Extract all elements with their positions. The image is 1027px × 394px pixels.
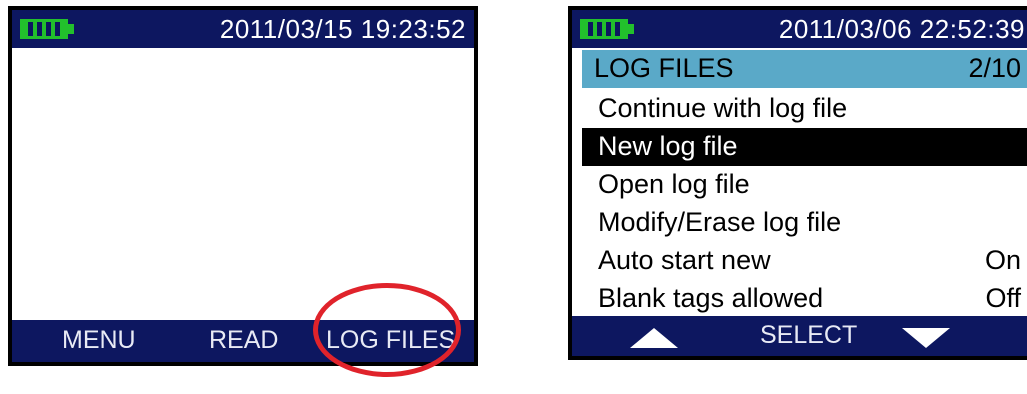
status-bar: 2011/03/06 22:52:39 <box>572 10 1027 48</box>
softkey-bar: SELECT <box>572 316 1027 356</box>
datetime-display: 2011/03/06 22:52:39 <box>778 14 1025 44</box>
menu-title: LOG FILES <box>594 53 734 83</box>
setting-value: Off <box>985 283 1021 313</box>
highlight-circle <box>313 283 461 377</box>
battery-icon <box>20 19 74 39</box>
menu-item-continue-log[interactable]: Continue with log file <box>582 90 1027 128</box>
select-softkey[interactable]: SELECT <box>760 321 857 350</box>
up-arrow-icon[interactable] <box>630 328 678 348</box>
menu-area: LOG FILES 2/10 Continue with log file Ne… <box>572 48 1027 316</box>
down-arrow-icon[interactable] <box>902 328 950 348</box>
page-indicator: 2/10 <box>968 53 1021 83</box>
menu-item-label: New log file <box>598 131 738 161</box>
menu-item-new-log[interactable]: New log file <box>582 128 1027 166</box>
menu-title-bar: LOG FILES 2/10 <box>582 50 1027 88</box>
datetime-display: 2011/03/15 19:23:52 <box>219 14 466 44</box>
status-bar: 2011/03/15 19:23:52 <box>12 10 474 48</box>
read-softkey[interactable]: READ <box>209 326 278 355</box>
menu-item-label: Open log file <box>598 169 750 199</box>
menu-item-open-log[interactable]: Open log file <box>582 166 1027 204</box>
menu-item-label: Auto start new <box>598 245 771 275</box>
menu-item-label: Continue with log file <box>598 93 848 123</box>
battery-icon <box>580 19 634 39</box>
menu-softkey[interactable]: MENU <box>62 326 136 355</box>
setting-value: On <box>984 245 1021 275</box>
menu-item-label: Modify/Erase log file <box>598 207 842 237</box>
menu-item-auto-start-new[interactable]: Auto start new On <box>582 242 1027 280</box>
menu-item-modify-erase-log[interactable]: Modify/Erase log file <box>582 204 1027 242</box>
menu-item-label: Blank tags allowed <box>598 283 824 313</box>
device-screen-log-files: 2011/03/06 22:52:39 LOG FILES 2/10 Conti… <box>568 6 1027 360</box>
main-display-area <box>12 48 474 320</box>
menu-item-blank-tags[interactable]: Blank tags allowed Off <box>582 280 1027 318</box>
